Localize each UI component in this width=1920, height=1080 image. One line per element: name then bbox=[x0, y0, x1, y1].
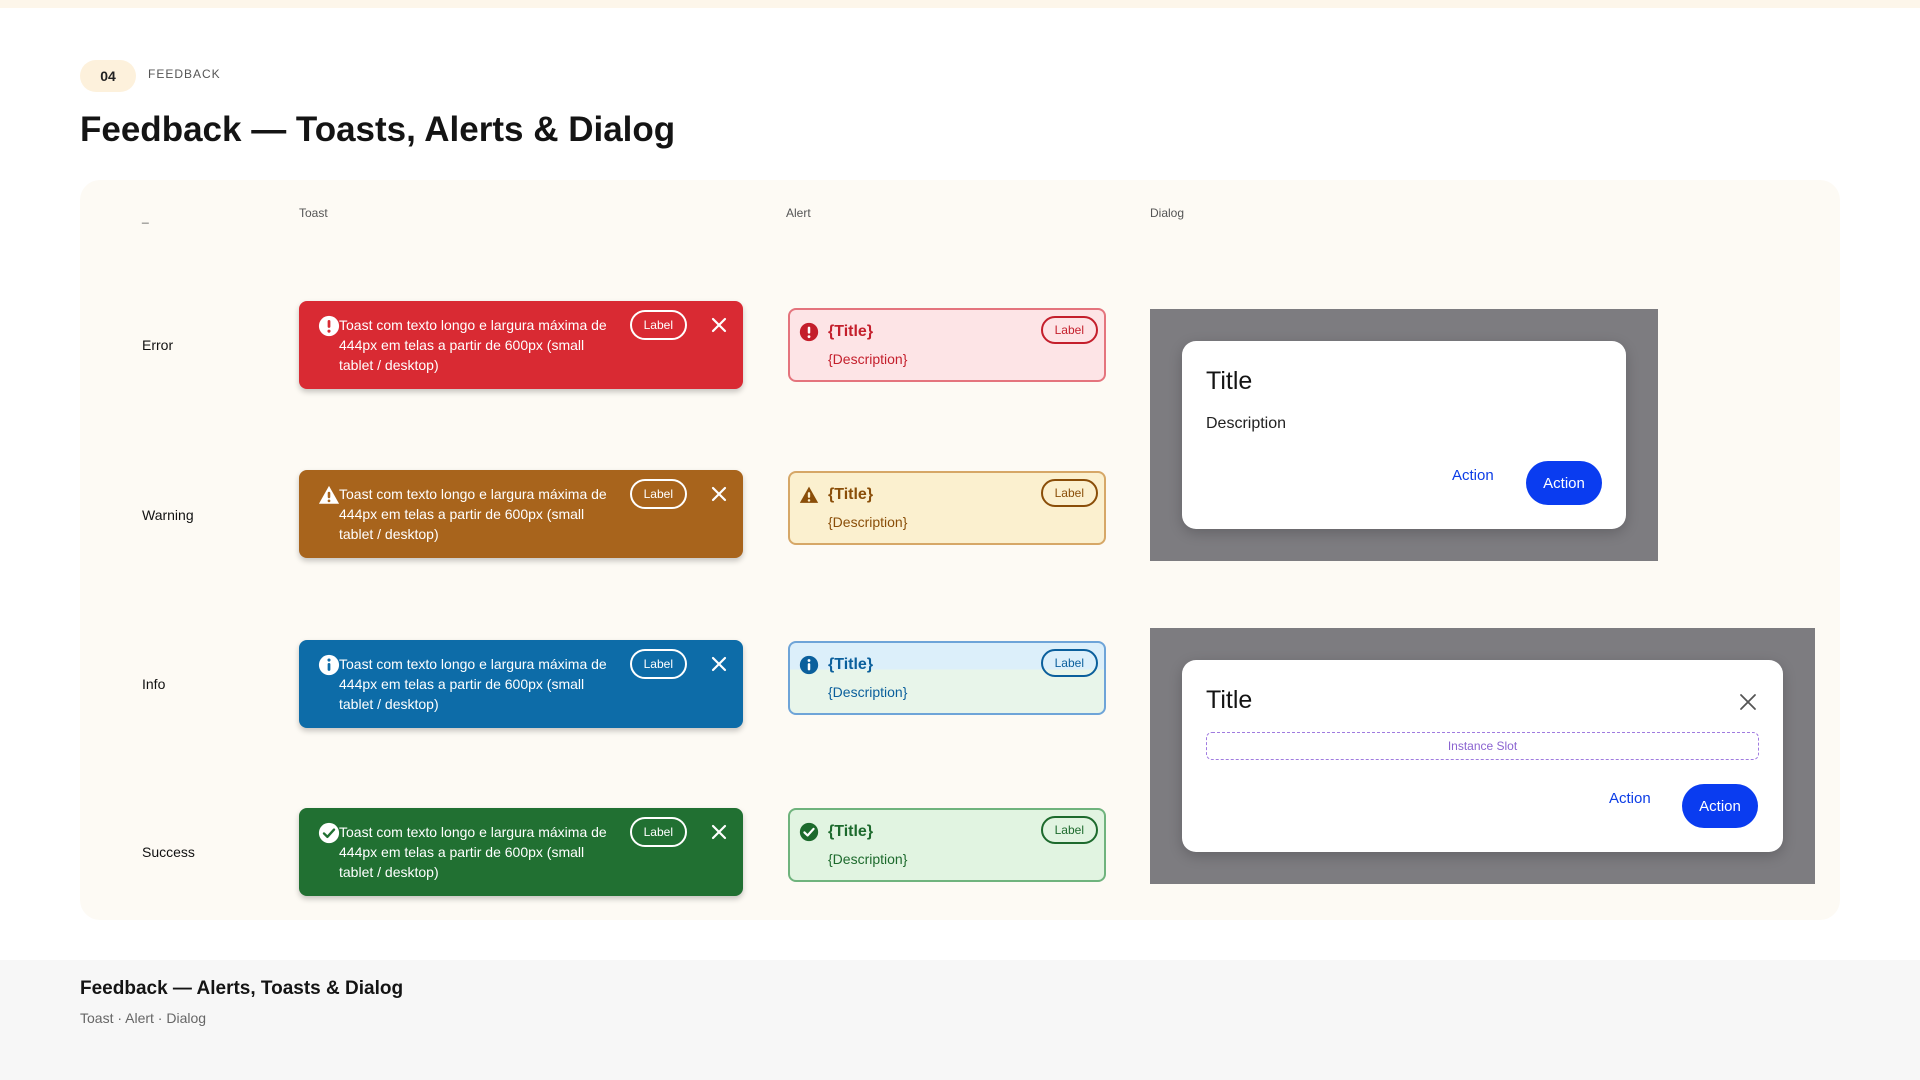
alert-label-button[interactable]: Label bbox=[1040, 816, 1098, 844]
dialog-with-slot: Title Instance Slot Action Action bbox=[1182, 660, 1783, 852]
toast-info: Toast com texto longo e largura máxima d… bbox=[299, 640, 743, 728]
alert-title: {Title} bbox=[828, 656, 874, 673]
footer-subtitle: Toast · Alert · Dialog bbox=[80, 1010, 207, 1026]
row-label-warning: Warning bbox=[142, 507, 194, 523]
toast-message: Toast com texto longo e largura máxima d… bbox=[339, 656, 607, 712]
toast-message: Toast com texto longo e largura máxima d… bbox=[339, 317, 607, 373]
column-header-dialog: Dialog bbox=[1150, 206, 1185, 220]
close-icon[interactable] bbox=[709, 822, 729, 842]
close-icon[interactable] bbox=[709, 315, 729, 335]
dialog-text-action-button[interactable]: Action bbox=[1609, 790, 1651, 807]
error-circle-icon bbox=[318, 315, 340, 337]
toast-success: Toast com texto longo e largura máxima d… bbox=[299, 808, 743, 896]
close-icon[interactable] bbox=[709, 654, 729, 674]
dialog-description: Description bbox=[1206, 415, 1287, 432]
section-number-badge: 04 bbox=[80, 60, 136, 92]
toast-error: Toast com texto longo e largura máxima d… bbox=[299, 301, 743, 389]
footer: Feedback — Alerts, Toasts & Dialog Toast… bbox=[0, 960, 1920, 1080]
column-header-toast: Toast bbox=[299, 206, 328, 220]
info-circle-icon bbox=[318, 654, 340, 676]
alert-title: {Title} bbox=[828, 323, 874, 340]
row-label-success: Success bbox=[142, 844, 195, 860]
alert-warning: {Title} {Description} Label bbox=[788, 471, 1106, 545]
dialog-primary-action-button[interactable]: Action bbox=[1526, 461, 1602, 505]
close-icon[interactable] bbox=[709, 484, 729, 504]
alert-title: {Title} bbox=[828, 823, 874, 840]
section-label: FEEDBACK bbox=[148, 67, 221, 81]
dialog-primary-action-button[interactable]: Action bbox=[1682, 784, 1758, 828]
alert-description: {Description} bbox=[828, 851, 908, 867]
check-circle-icon bbox=[799, 822, 819, 842]
row-label-info: Info bbox=[142, 676, 166, 692]
dialog-text-action-button[interactable]: Action bbox=[1452, 467, 1494, 484]
check-circle-icon bbox=[318, 822, 340, 844]
instance-slot: Instance Slot bbox=[1206, 732, 1759, 760]
alert-title: {Title} bbox=[828, 486, 874, 503]
warning-triangle-icon bbox=[318, 485, 340, 504]
row-label-error: Error bbox=[142, 337, 174, 353]
alert-description: {Description} bbox=[828, 514, 908, 530]
toast-message: Toast com texto longo e largura máxima d… bbox=[339, 824, 607, 880]
dialog-scrim: Title Instance Slot Action Action bbox=[1150, 628, 1815, 884]
top-strip bbox=[0, 0, 1920, 8]
alert-success: {Title} {Description} Label bbox=[788, 808, 1106, 882]
page-title: Feedback — Toasts, Alerts & Dialog bbox=[80, 110, 676, 149]
alert-description: {Description} bbox=[828, 351, 908, 367]
toast-message: Toast com texto longo e largura máxima d… bbox=[339, 486, 607, 542]
alert-info: {Title} {Description} Label bbox=[788, 641, 1106, 715]
info-circle-icon bbox=[799, 655, 819, 675]
dialog-scrim: Title Description Action Action bbox=[1150, 309, 1658, 561]
dialog-title: Title bbox=[1206, 686, 1253, 714]
column-header-state: _ bbox=[142, 210, 149, 224]
error-circle-icon bbox=[799, 322, 819, 342]
alert-description: {Description} bbox=[828, 684, 908, 700]
toast-label-button[interactable]: Label bbox=[629, 649, 687, 679]
warning-triangle-icon bbox=[799, 486, 819, 503]
alert-label-button[interactable]: Label bbox=[1040, 479, 1098, 507]
toast-warning: Toast com texto longo e largura máxima d… bbox=[299, 470, 743, 558]
dialog-title: Title bbox=[1206, 367, 1253, 395]
alert-label-button[interactable]: Label bbox=[1040, 649, 1098, 677]
alert-label-button[interactable]: Label bbox=[1040, 316, 1098, 344]
alert-error: {Title} {Description} Label bbox=[788, 308, 1106, 382]
footer-title: Feedback — Alerts, Toasts & Dialog bbox=[80, 978, 404, 999]
close-icon[interactable] bbox=[1738, 692, 1758, 712]
toast-label-button[interactable]: Label bbox=[629, 817, 687, 847]
toast-label-button[interactable]: Label bbox=[629, 479, 687, 509]
dialog-simple: Title Description Action Action bbox=[1182, 341, 1626, 529]
column-header-alert: Alert bbox=[786, 206, 811, 220]
toast-label-button[interactable]: Label bbox=[629, 310, 687, 340]
